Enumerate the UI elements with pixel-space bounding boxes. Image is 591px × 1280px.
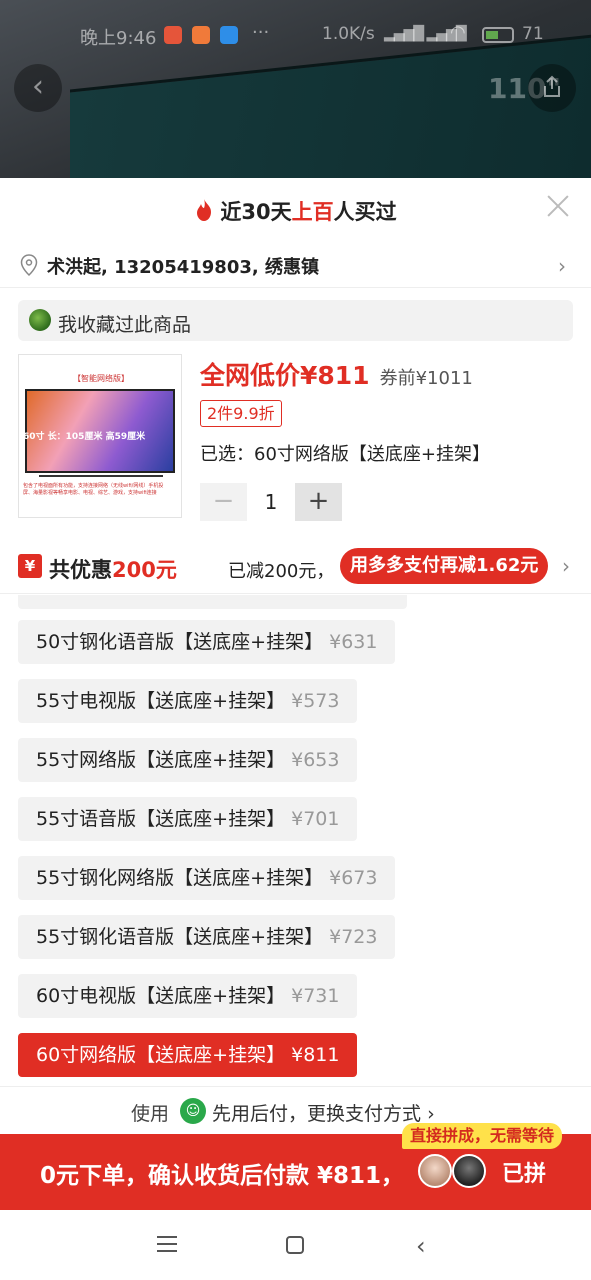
- pay-later-icon: ☺: [180, 1098, 206, 1124]
- pay-later-text: 先用后付，更换支付方式 ›: [212, 1099, 435, 1126]
- variant-name: 55寸语音版【送底座+挂架】: [36, 808, 286, 830]
- thumbnail-notes: 包含了电视面所有功能，支持连接网络（无线wifi/网线）手机投屏、海量影视等畅享…: [23, 483, 164, 496]
- promo-row[interactable]: ¥ 共优惠200元 已减200元， 用多多支付再减1.62元 ›: [0, 542, 591, 594]
- favorited-banner: 我收藏过此商品: [18, 300, 573, 341]
- chevron-right-icon: ›: [427, 1103, 435, 1125]
- chevron-right-icon: ›: [558, 254, 566, 278]
- variant-chip[interactable]: 50寸钢化语音版【送底座+挂架】 ¥631: [18, 620, 396, 664]
- address-row[interactable]: 术洪起, 13205419803, 绣惠镇 ›: [0, 240, 591, 288]
- user-avatar: [29, 309, 51, 331]
- shipping-address: 术洪起, 13205419803, 绣惠镇: [47, 257, 319, 278]
- variant-price: ¥723: [329, 926, 378, 948]
- coupon-icon: ¥: [18, 554, 42, 578]
- sku-selector-sheet: 近30天上百人买过 术洪起, 13205419803, 绣惠镇 › 我收藏过此商…: [0, 178, 591, 1210]
- total-discount-amount: 200元: [112, 558, 177, 582]
- quantity-value[interactable]: 1: [247, 483, 295, 521]
- variant-name: 55寸电视版【送底座+挂架】: [36, 690, 286, 712]
- selected-variant: 已选：60寸网络版【送底座+挂架】: [200, 444, 490, 465]
- chevron-right-icon: ›: [562, 554, 570, 578]
- variant-price: ¥573: [291, 690, 340, 712]
- location-pin-icon: [20, 254, 38, 276]
- status-more: ···: [252, 22, 270, 43]
- share-button[interactable]: [528, 64, 576, 112]
- menu-icon[interactable]: [157, 1236, 177, 1252]
- tv-stand: [39, 473, 163, 477]
- variant-name: 55寸钢化网络版【送底座+挂架】: [36, 867, 324, 889]
- close-icon[interactable]: [544, 192, 572, 220]
- variant-chip-selected[interactable]: 60寸网络版【送底座+挂架】 ¥811: [18, 1033, 358, 1077]
- sales-title-prefix: 近30天: [220, 200, 292, 224]
- pay-discount-pill[interactable]: 用多多支付再减1.62元: [340, 548, 549, 584]
- app-notification-icon: [164, 26, 182, 44]
- pay-later-prefix: 使用: [131, 1103, 170, 1125]
- variant-name: 55寸网络版【送底座+挂架】: [36, 749, 286, 771]
- pay-later-label: 先用后付，更换支付方式: [212, 1103, 422, 1125]
- variant-chip[interactable]: 55寸钢化语音版【送底座+挂架】 ¥723: [18, 915, 396, 959]
- variant-name: 60寸电视版【送底座+挂架】: [36, 985, 286, 1007]
- wifi-icon: ◠: [450, 22, 466, 43]
- reduced-text: 已减200元，: [228, 561, 335, 582]
- home-icon[interactable]: [286, 1236, 304, 1254]
- product-image-backdrop: 晚上9:46 ··· 1.0K/s ▂▄▆█ ▂▄▆█ ◠ 71 ‹ 110": [0, 0, 591, 178]
- variant-price: ¥653: [291, 749, 340, 771]
- battery-icon: [482, 27, 514, 43]
- share-icon: [544, 75, 560, 97]
- variant-chip[interactable]: 60寸电视版【送底座+挂架】 ¥731: [18, 974, 358, 1018]
- app-notification-icon: [220, 26, 238, 44]
- variant-name: 60寸网络版【送底座+挂架】: [36, 1044, 286, 1066]
- system-nav-bar: ‹: [0, 1210, 591, 1280]
- back-button[interactable]: ‹: [14, 64, 62, 112]
- sales-title: 近30天上百人买过: [0, 196, 591, 226]
- net-speed: 1.0K/s: [322, 24, 375, 44]
- place-order-text: 0元下单，确认收货后付款 ¥811，: [40, 1163, 405, 1189]
- decrease-button[interactable]: −: [200, 483, 247, 521]
- sheet-header: 近30天上百人买过: [0, 178, 591, 238]
- variant-price: ¥631: [329, 631, 378, 653]
- price-row: 全网低价¥811 券前¥1011: [200, 356, 473, 392]
- sales-title-suffix: 人买过: [333, 200, 397, 224]
- favorited-text: 我收藏过此商品: [58, 314, 192, 336]
- variant-price: ¥731: [291, 985, 340, 1007]
- variant-chip[interactable]: 55寸语音版【送底座+挂架】 ¥701: [18, 797, 358, 841]
- total-discount: 共优惠200元: [49, 554, 177, 584]
- joined-text: 已拼: [502, 1162, 547, 1187]
- thumbnail-dimensions: 60寸 长：105厘米 高59厘米: [23, 432, 146, 442]
- increase-button[interactable]: +: [295, 483, 342, 521]
- buyer-avatar: [418, 1154, 452, 1188]
- thumbnail-caption: 【智能网络版】: [73, 374, 129, 383]
- variant-name: 50寸钢化语音版【送底座+挂架】: [36, 631, 324, 653]
- fire-icon: [197, 199, 212, 221]
- quantity-stepper: − 1 +: [200, 483, 342, 521]
- back-icon[interactable]: ‹: [416, 1232, 426, 1260]
- buyer-avatar: [452, 1154, 486, 1188]
- app-notification-icon: [192, 26, 210, 44]
- variant-name: 55寸钢化语音版【送底座+挂架】: [36, 926, 324, 948]
- variant-price: ¥673: [329, 867, 378, 889]
- status-time: 晚上9:46: [80, 28, 157, 49]
- discount-tag: 2件9.9折: [200, 400, 282, 427]
- variant-price: ¥701: [291, 808, 340, 830]
- sales-title-highlight: 上百: [291, 200, 334, 224]
- battery-level: 71: [522, 24, 544, 44]
- variant-chip[interactable]: 55寸钢化网络版【送底座+挂架】 ¥673: [18, 856, 396, 900]
- total-discount-label: 共优惠: [49, 558, 112, 582]
- variant-chip-partial[interactable]: [18, 595, 407, 609]
- current-price: 全网低价¥811: [200, 361, 370, 390]
- status-bar: 晚上9:46 ··· 1.0K/s ▂▄▆█ ▂▄▆█ ◠ 71: [0, 18, 591, 54]
- variant-list: 50寸钢化语音版【送底座+挂架】 ¥631 55寸电视版【送底座+挂架】 ¥573 …: [0, 595, 591, 1085]
- variant-chip[interactable]: 55寸网络版【送底座+挂架】 ¥653: [18, 738, 358, 782]
- variant-chip[interactable]: 55寸电视版【送底座+挂架】 ¥573: [18, 679, 358, 723]
- original-price: 券前¥1011: [379, 368, 473, 389]
- product-thumbnail[interactable]: 【智能网络版】 60寸 长：105厘米 高59厘米 包含了电视面所有功能，支持连…: [18, 354, 182, 518]
- group-buy-tag: 直接拼成，无需等待: [402, 1123, 563, 1149]
- variant-price: ¥811: [291, 1044, 340, 1066]
